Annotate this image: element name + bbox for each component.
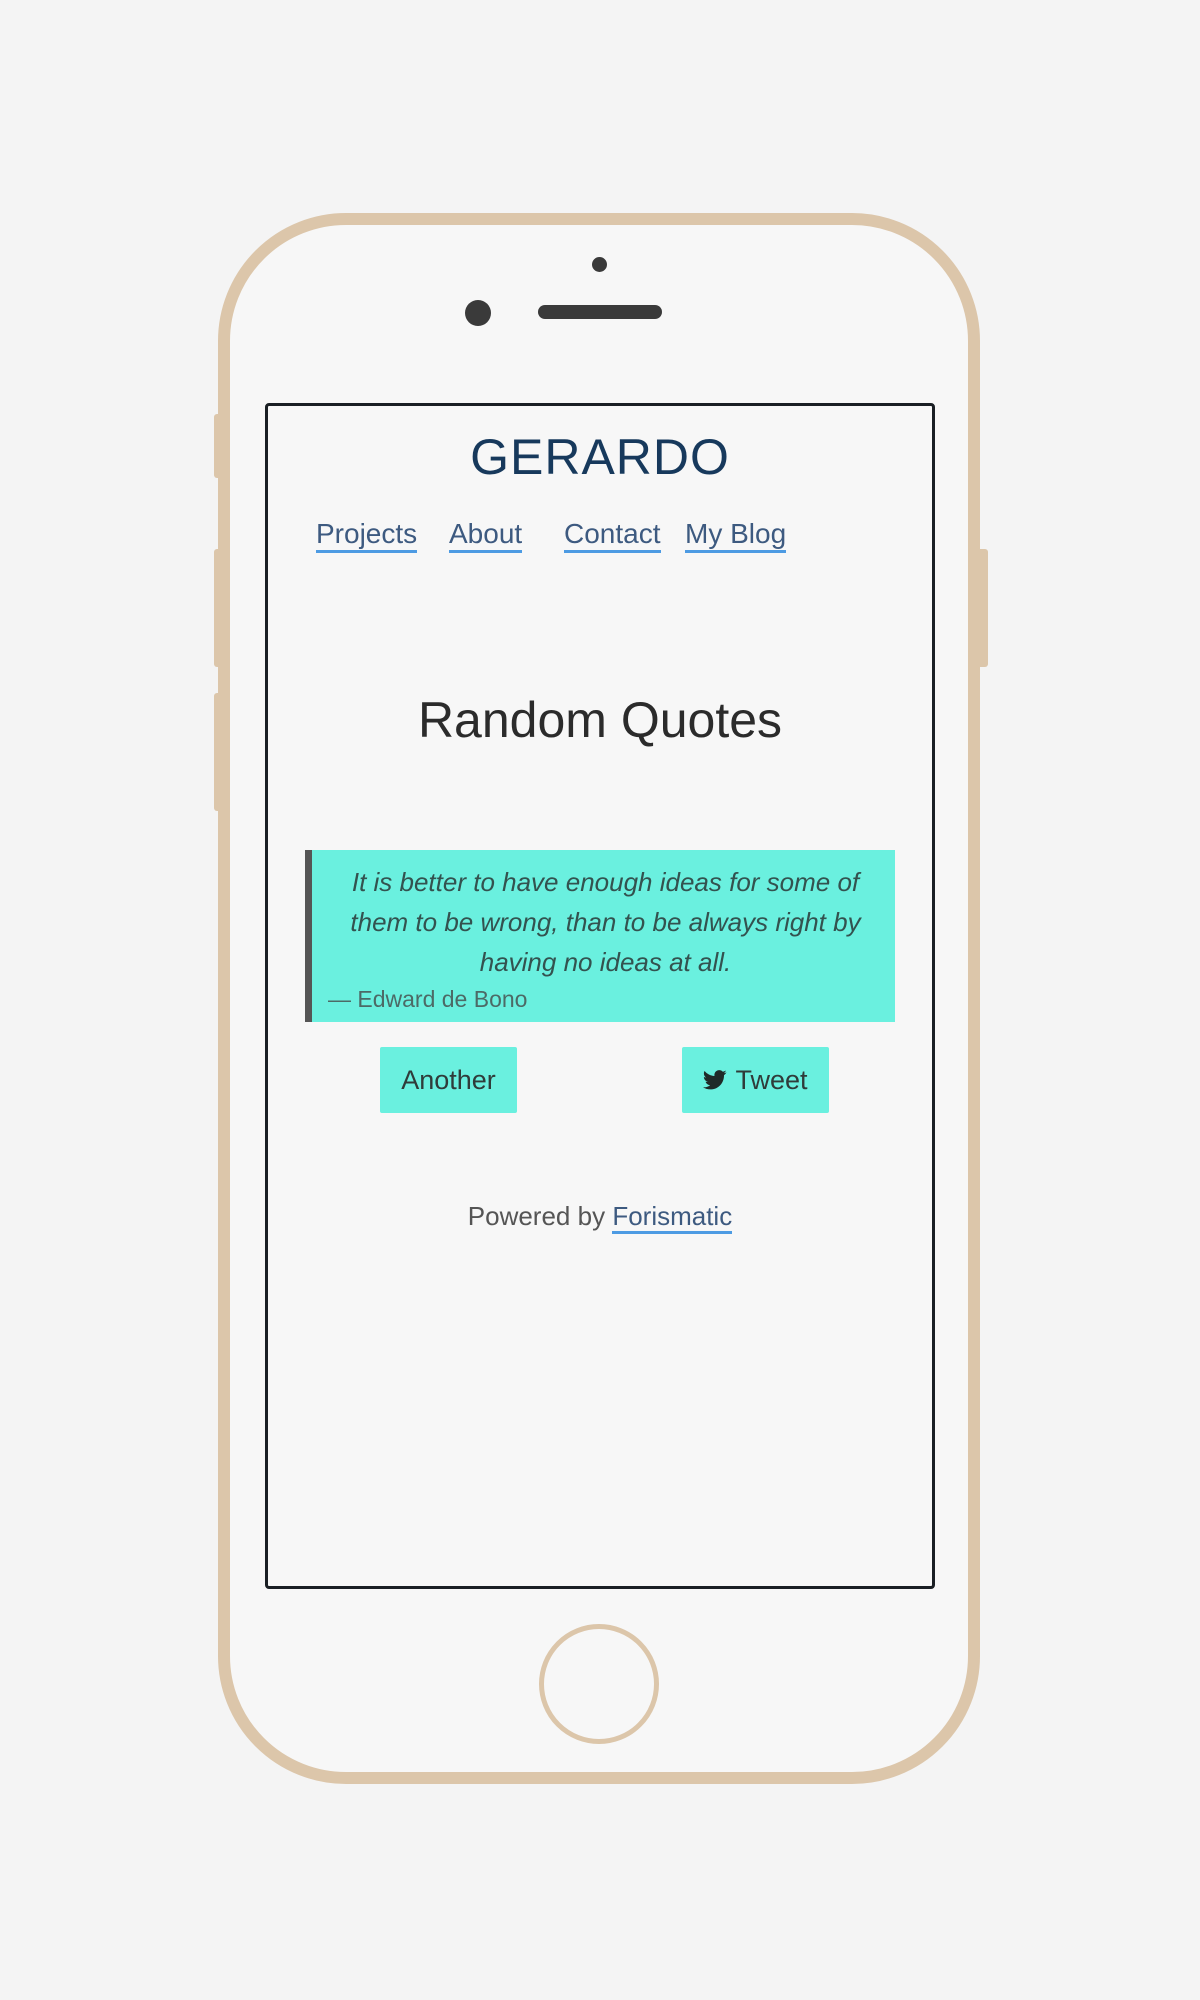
forismatic-link[interactable]: Forismatic xyxy=(612,1201,733,1234)
tweet-button[interactable]: Tweet xyxy=(682,1047,829,1113)
site-title: GERARDO xyxy=(470,429,730,485)
power-button xyxy=(976,549,988,667)
tweet-button-label: Tweet xyxy=(735,1064,808,1095)
nav-item-contact[interactable]: Contact xyxy=(564,518,661,553)
nav-item-my-blog[interactable]: My Blog xyxy=(685,518,787,553)
page-title: Random Quotes xyxy=(417,692,783,748)
proximity-sensor xyxy=(592,257,607,272)
footer: Powered by Forismatic xyxy=(268,1201,932,1234)
twitter-icon xyxy=(703,1070,728,1090)
earpiece-speaker xyxy=(538,305,662,319)
phone-screen: GERARDO Projects About Contact My Blog R… xyxy=(265,403,935,1589)
nav-item-projects[interactable]: Projects xyxy=(316,518,418,553)
another-quote-button[interactable]: Another xyxy=(380,1047,517,1113)
quote-author: — Edward de Bono xyxy=(328,986,528,1012)
another-button-label: Another xyxy=(401,1064,496,1095)
front-camera xyxy=(465,300,491,326)
powered-by-text: Powered by xyxy=(467,1201,606,1231)
home-button[interactable] xyxy=(539,1624,659,1744)
main-nav: Projects About Contact My Blog xyxy=(268,518,932,558)
volume-up-button xyxy=(214,549,226,667)
quote-block: It is better to have enough ideas for so… xyxy=(305,850,895,1022)
nav-item-about[interactable]: About xyxy=(449,518,523,553)
volume-down-button xyxy=(214,693,226,811)
mute-switch xyxy=(214,414,226,478)
quote-text: It is better to have enough ideas for so… xyxy=(350,867,861,977)
